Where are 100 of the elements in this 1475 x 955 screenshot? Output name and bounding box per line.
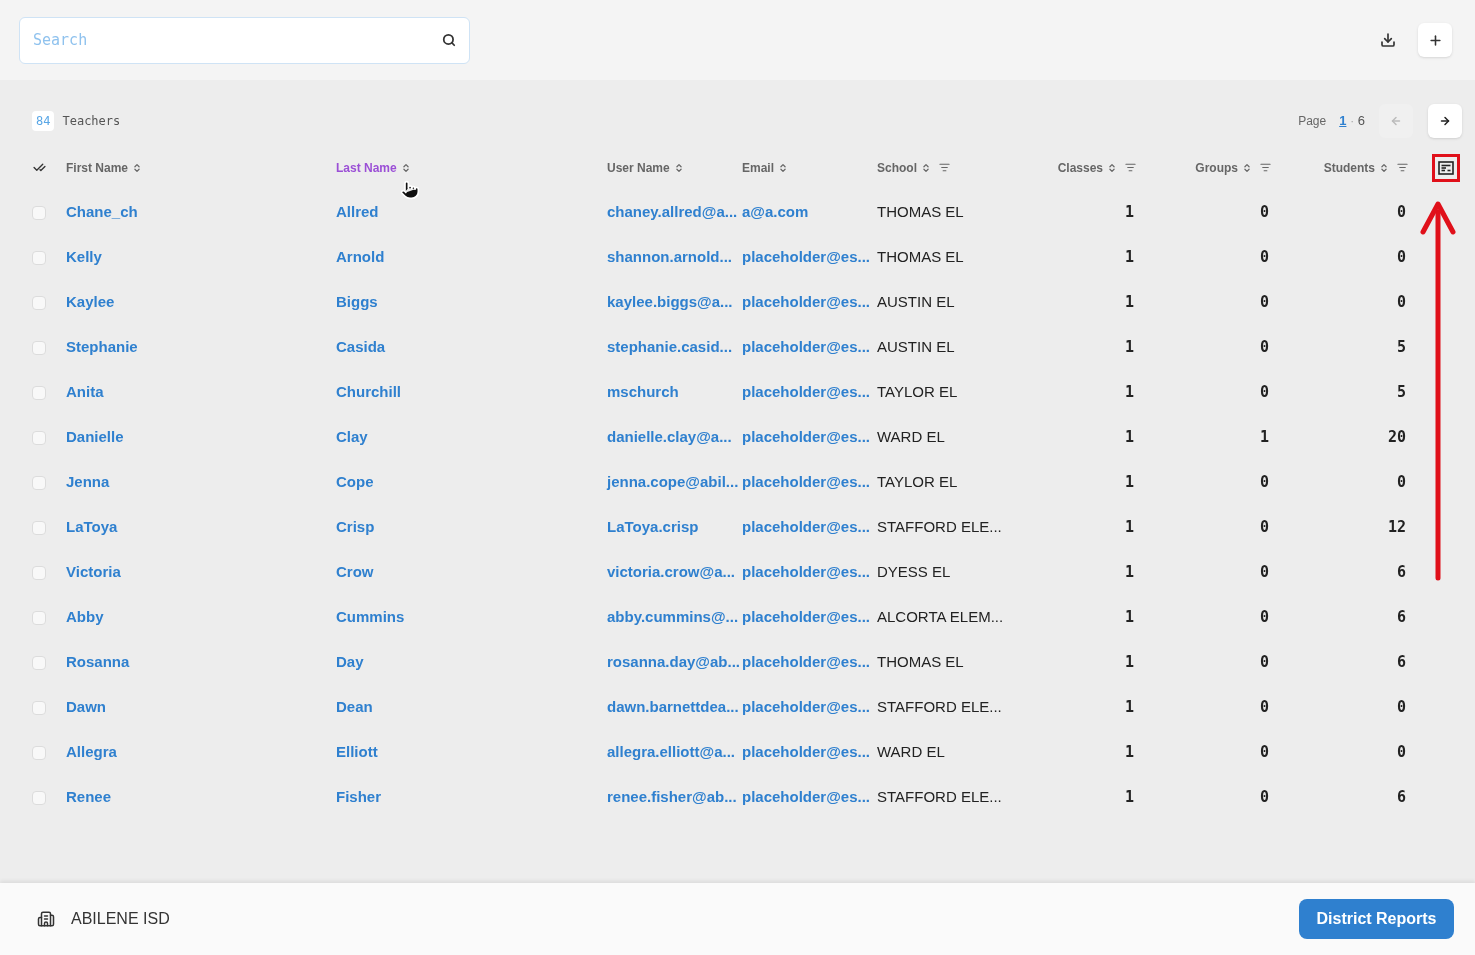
table-cell[interactable]: placeholder@es... [742,741,877,764]
table-cell[interactable]: danielle.clay@a... [607,426,742,449]
table-cell[interactable]: Allred [336,201,607,224]
sort-icon [1242,162,1252,173]
table-cell[interactable]: Dean [336,696,607,719]
row-checkbox[interactable] [32,745,46,760]
table-cell[interactable]: shannon.arnold... [607,246,742,269]
table-cell[interactable]: Churchill [336,381,607,404]
table-cell[interactable]: placeholder@es... [742,336,877,359]
table-cell[interactable]: placeholder@es... [742,606,877,629]
table-cell[interactable]: Kaylee [66,291,336,314]
column-header[interactable]: Groups [1195,158,1271,177]
table-cell[interactable]: placeholder@es... [742,381,877,404]
row-checkbox[interactable] [32,520,46,535]
search-input[interactable]: Search [33,28,442,52]
table-cell[interactable]: Rosanna [66,651,336,674]
table-cell[interactable]: abby.cummins@... [607,606,742,629]
row-checkbox[interactable] [32,430,46,445]
table-cell[interactable]: renee.fisher@ab... [607,786,742,809]
table-cell[interactable]: Day [336,651,607,674]
row-checkbox[interactable] [32,655,46,670]
search-field[interactable]: Search [19,16,470,64]
table-cell[interactable]: placeholder@es... [742,246,877,269]
table-cell[interactable]: Stephanie [66,336,336,359]
select-all-icon[interactable] [33,161,46,174]
table-cell[interactable]: placeholder@es... [742,651,877,674]
table-cell[interactable]: kaylee.biggs@a... [607,291,742,314]
district-reports-button[interactable]: District Reports [1299,899,1454,939]
row-checkbox[interactable] [32,565,46,580]
column-header[interactable]: Last Name [336,158,411,177]
row-checkbox[interactable] [32,295,46,310]
table-cell[interactable]: victoria.crow@a... [607,561,742,584]
table-cell[interactable]: rosanna.day@ab... [607,651,742,674]
table-cell[interactable]: Elliott [336,741,607,764]
table-cell[interactable]: Cummins [336,606,607,629]
table-cell[interactable]: Abby [66,606,336,629]
current-page-link[interactable]: 1 [1339,111,1347,131]
table-cell[interactable]: placeholder@es... [742,426,877,449]
table-cell[interactable]: mschurch [607,381,742,404]
table-cell[interactable]: dawn.barnettdea... [607,696,742,719]
table-cell[interactable]: Jenna [66,471,336,494]
table-cell-text: 6 [1395,607,1407,629]
table-cell[interactable]: Fisher [336,786,607,809]
row-checkbox[interactable] [32,700,46,715]
table-cell[interactable]: allegra.elliott@a... [607,741,742,764]
table-cell[interactable]: placeholder@es... [742,471,877,494]
row-checkbox[interactable] [32,475,46,490]
column-header[interactable]: First Name [66,158,143,177]
table-cell[interactable]: Biggs [336,291,607,314]
table-cell-text: 12 [1386,517,1407,539]
column-list-icon [1438,160,1454,175]
table-cell-text: 6 [1395,787,1407,809]
table-cell[interactable]: LaToya.crisp [607,516,742,539]
table-cell-text: TAYLOR EL [877,382,959,403]
table-cell[interactable]: Crow [336,561,607,584]
column-header[interactable]: Email [742,158,788,177]
table-cell[interactable]: Kelly [66,246,336,269]
row-checkbox[interactable] [32,385,46,400]
row-checkbox[interactable] [32,205,46,220]
table-cell[interactable]: Anita [66,381,336,404]
next-page-button[interactable] [1428,104,1462,138]
search-icon [442,33,456,47]
table-cell[interactable]: Victoria [66,561,336,584]
table-cell[interactable]: chaney.allred@a... [607,201,742,224]
table-cell[interactable]: jenna.cope@abil... [607,471,742,494]
column-header[interactable]: School [877,158,950,177]
table-cell[interactable]: Dawn [66,696,336,719]
column-settings-button[interactable] [1432,153,1460,182]
table-cell-text: 1 [1123,427,1135,449]
table-cell[interactable]: Crisp [336,516,607,539]
table-cell[interactable]: Clay [336,426,607,449]
column-header[interactable]: Classes [1057,158,1136,177]
row-checkbox[interactable] [32,790,46,805]
table-cell[interactable]: a@a.com [742,201,877,224]
table-cell[interactable]: stephanie.casid... [607,336,742,359]
table-cell[interactable]: placeholder@es... [742,561,877,584]
table-cell-text: WARD EL [877,742,946,763]
filter-icon [1397,162,1408,173]
row-checkbox[interactable] [32,340,46,355]
table-cell[interactable]: Chane_ch [66,201,336,224]
row-checkbox[interactable] [32,610,46,625]
sort-icon [400,162,411,173]
table-cell[interactable]: placeholder@es... [742,291,877,314]
table-cell[interactable]: placeholder@es... [742,516,877,539]
table-cell[interactable]: Danielle [66,426,336,449]
teachers-label: Teachers [62,113,121,130]
table-cell[interactable]: Casida [336,336,607,359]
table-cell[interactable]: Renee [66,786,336,809]
row-checkbox[interactable] [32,250,46,265]
table-cell[interactable]: Allegra [66,741,336,764]
column-header[interactable]: User Name [607,158,684,177]
column-header[interactable]: Students [1323,158,1408,177]
table-cell[interactable]: placeholder@es... [742,696,877,719]
table-cell[interactable]: Cope [336,471,607,494]
table-cell[interactable]: LaToya [66,516,336,539]
table-cell[interactable]: placeholder@es... [742,786,877,809]
sort-icon [1107,162,1117,173]
table-cell[interactable]: Arnold [336,246,607,269]
table-cell-text: 6 [1395,562,1407,584]
add-button[interactable] [1418,23,1452,57]
